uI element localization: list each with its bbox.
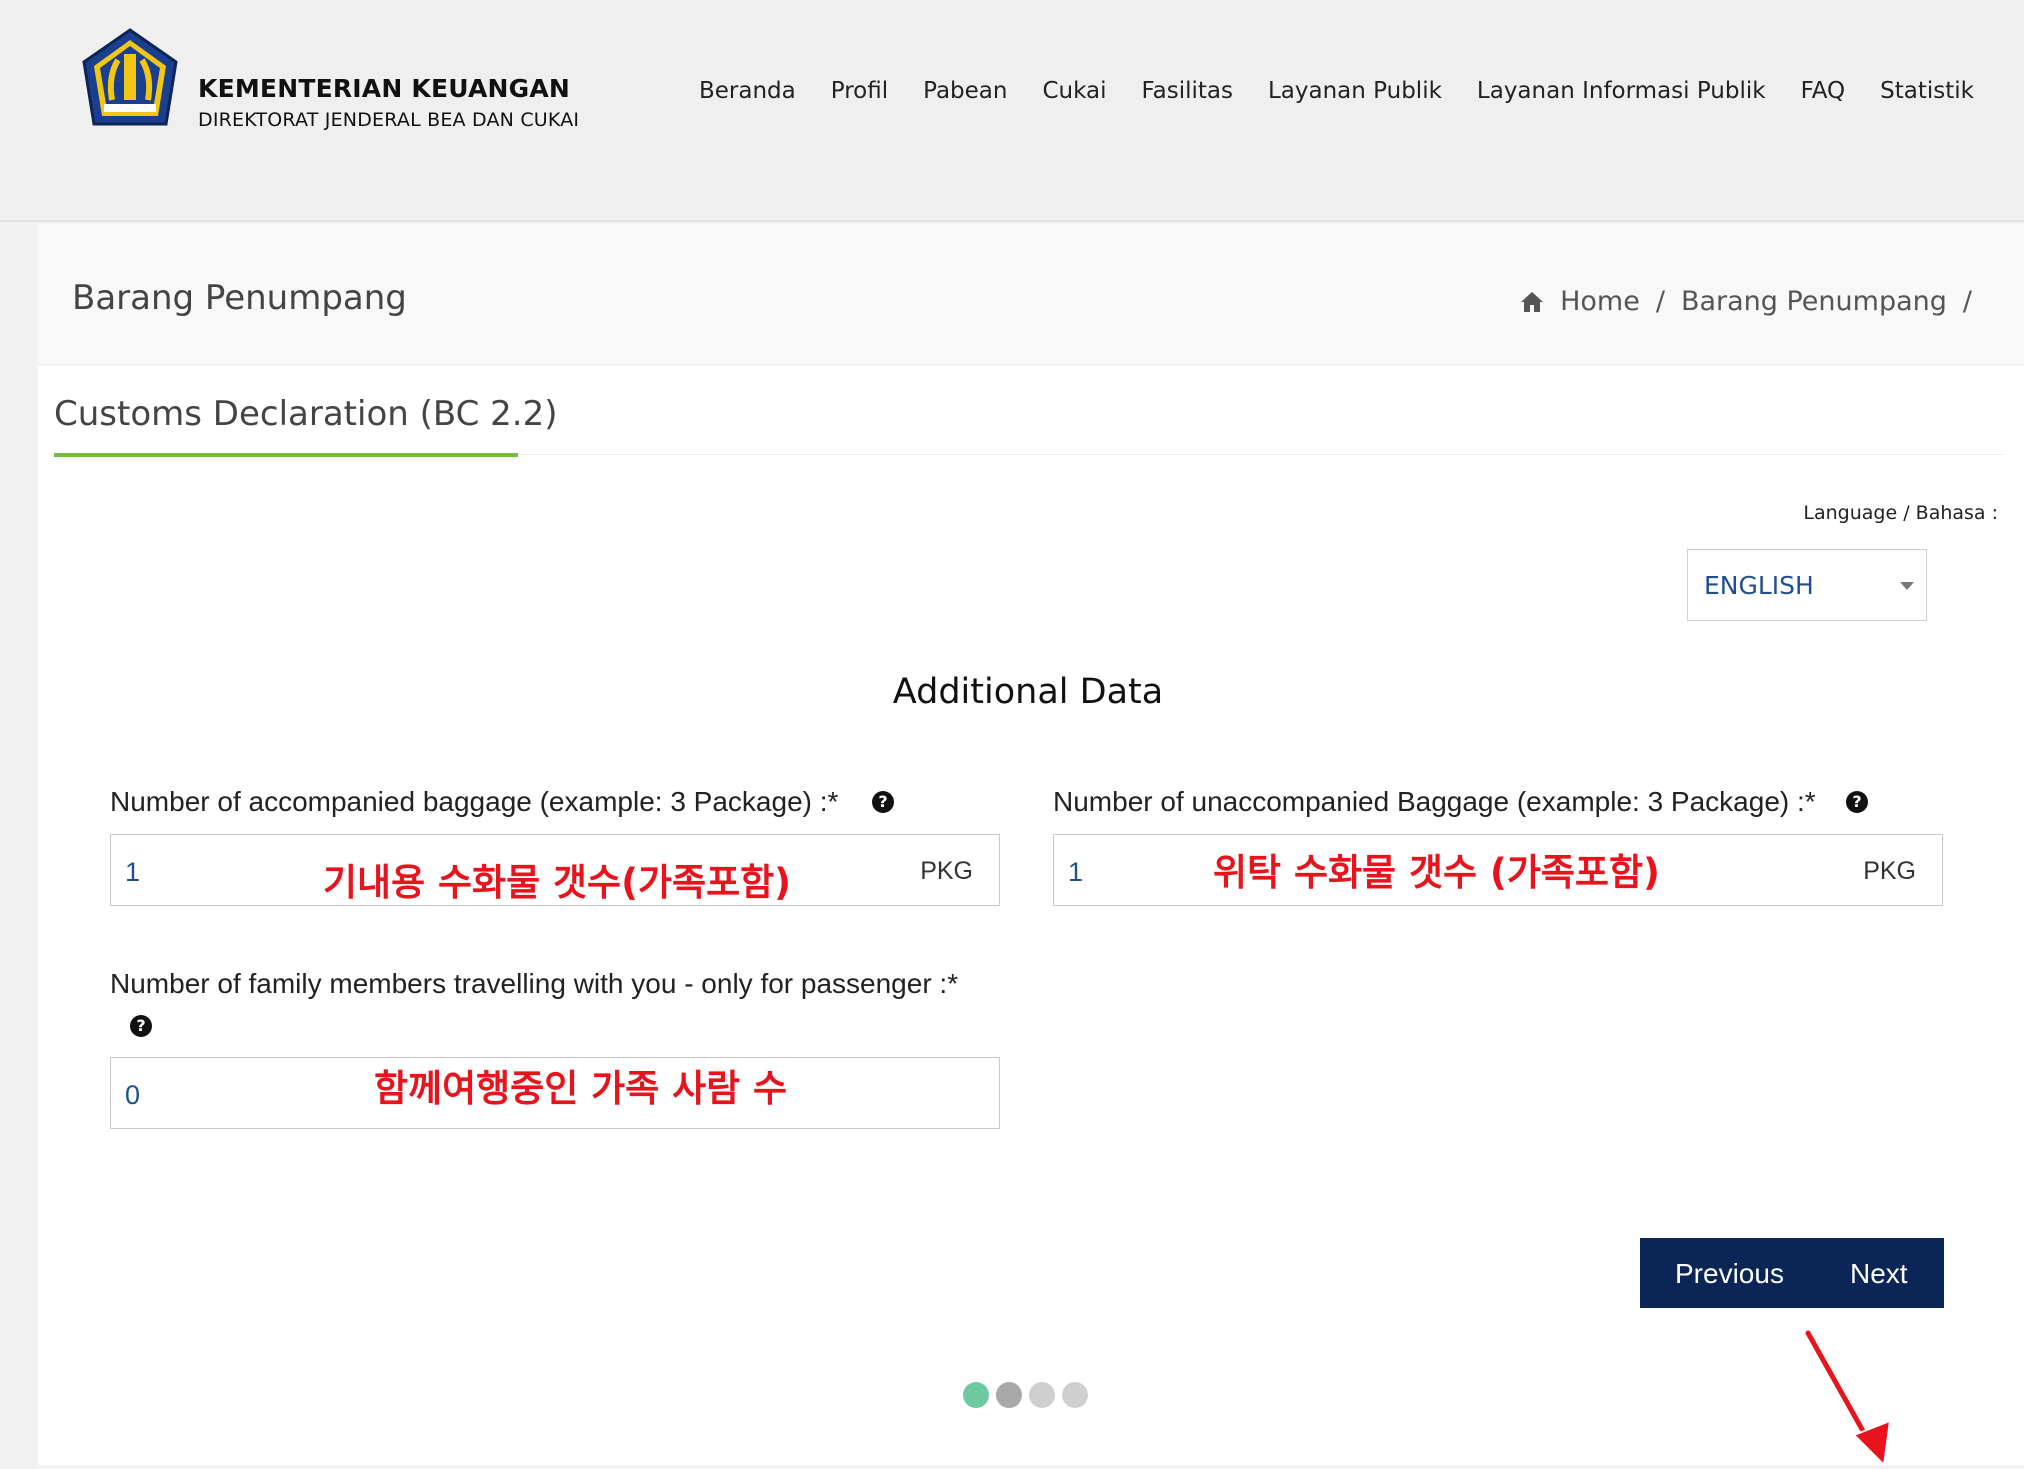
brand-title: KEMENTERIAN KEUANGAN — [198, 74, 571, 103]
nav-faq[interactable]: FAQ — [1801, 78, 1846, 104]
accompanied-baggage-unit: PKG — [920, 857, 973, 885]
language-label: Language / Bahasa : — [1803, 502, 1998, 524]
nav-pabean[interactable]: Pabean — [923, 78, 1007, 104]
step-dot-4[interactable] — [1062, 1382, 1088, 1408]
unaccompanied-baggage-value: 1 — [1068, 857, 1084, 887]
help-icon[interactable]: ? — [1846, 791, 1868, 813]
help-icon[interactable]: ? — [130, 1015, 152, 1037]
step-indicator — [963, 1382, 1088, 1408]
next-button[interactable]: Next — [1850, 1258, 1908, 1290]
language-selected-value: ENGLISH — [1704, 571, 1814, 600]
dropdown-caret-icon — [1900, 582, 1914, 590]
section-title-underline — [54, 453, 518, 457]
unaccompanied-baggage-unit: PKG — [1863, 857, 1916, 885]
accompanied-baggage-value: 1 — [125, 857, 141, 887]
breadcrumb-separator: / — [1655, 286, 1665, 317]
nav-profil[interactable]: Profil — [831, 78, 888, 104]
brand-subtitle: DIREKTORAT JENDERAL BEA DAN CUKAI — [198, 109, 580, 131]
step-dot-1[interactable] — [963, 1382, 989, 1408]
site-header: KEMENTERIAN KEUANGAN DIREKTORAT JENDERAL… — [0, 0, 2024, 222]
brand: KEMENTERIAN KEUANGAN DIREKTORAT JENDERAL… — [198, 74, 579, 131]
home-icon[interactable] — [1520, 291, 1544, 313]
nav-statistik[interactable]: Statistik — [1880, 78, 1974, 104]
logo-emblem[interactable] — [72, 26, 188, 134]
breadcrumb-separator: / — [1962, 286, 1972, 317]
nav-layanan-publik[interactable]: Layanan Publik — [1268, 78, 1442, 104]
unaccompanied-baggage-annotation: 위탁 수화물 갯수 (가족포함) — [1213, 851, 1660, 894]
language-select[interactable]: ENGLISH — [1687, 549, 1927, 621]
step-dot-3[interactable] — [1029, 1382, 1055, 1408]
help-icon[interactable]: ? — [872, 791, 894, 813]
wizard-buttons: Previous Next — [1640, 1238, 1944, 1308]
breadcrumb-barang-penumpang[interactable]: Barang Penumpang — [1681, 286, 1947, 317]
family-members-annotation: 함께여행중인 가족 사람 수 — [374, 1067, 788, 1110]
unaccompanied-baggage-label: Number of unaccompanied Baggage (example… — [1053, 786, 1816, 817]
step-dot-2[interactable] — [996, 1382, 1022, 1408]
annotation-arrow-icon — [1803, 1329, 1892, 1468]
section-title: Customs Declaration (BC 2.2) — [54, 394, 558, 434]
family-members-label: Number of family members travelling with… — [110, 968, 959, 999]
breadcrumb-home[interactable]: Home — [1560, 286, 1640, 317]
page-title: Barang Penumpang — [72, 278, 407, 318]
nav-fasilitas[interactable]: Fasilitas — [1142, 78, 1233, 104]
content-panel: Barang Penumpang Home / Barang Penumpang… — [38, 224, 2024, 1468]
nav-layanan-informasi-publik[interactable]: Layanan Informasi Publik — [1477, 78, 1766, 104]
nav-cukai[interactable]: Cukai — [1042, 78, 1106, 104]
accompanied-baggage-label: Number of accompanied baggage (example: … — [110, 786, 839, 817]
family-members-value: 0 — [125, 1080, 141, 1110]
main-nav: Beranda Profil Pabean Cukai Fasilitas La… — [699, 78, 1974, 104]
breadcrumb: Home / Barang Penumpang / — [1520, 286, 1972, 317]
accompanied-baggage-annotation: 기내용 수화물 갯수(가족포함) — [323, 861, 792, 904]
nav-beranda[interactable]: Beranda — [699, 78, 796, 104]
form-heading: Additional Data — [892, 672, 1164, 712]
previous-button[interactable]: Previous — [1675, 1258, 1784, 1290]
title-bar: Barang Penumpang Home / Barang Penumpang… — [38, 224, 2024, 365]
